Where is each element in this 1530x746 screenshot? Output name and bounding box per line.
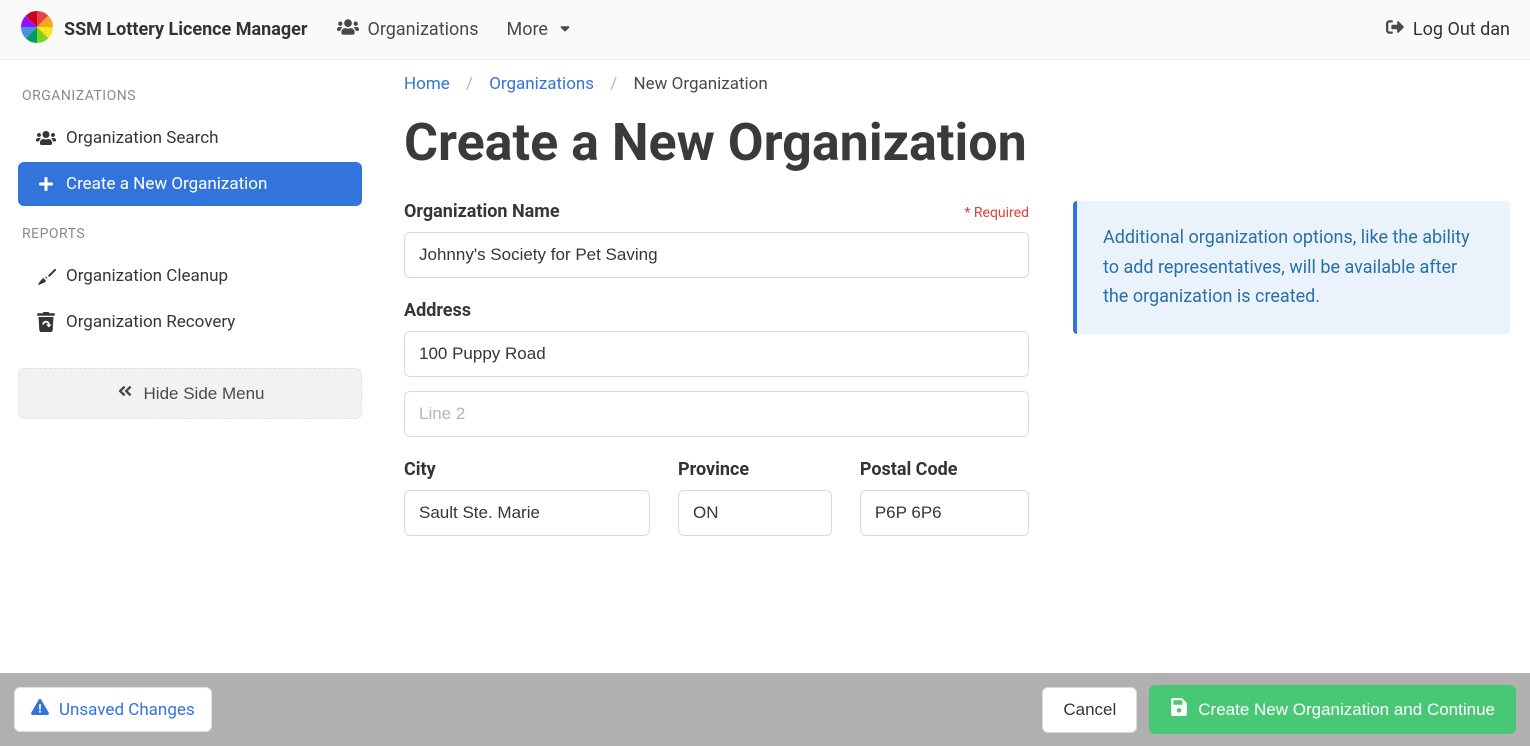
breadcrumb-organizations[interactable]: Organizations bbox=[489, 74, 594, 94]
logout-link[interactable]: Log Out dan bbox=[1385, 18, 1510, 41]
sidebar: ORGANIZATIONS Organization Search Create… bbox=[0, 60, 380, 636]
field-organization-name: Organization Name * Required bbox=[404, 201, 1029, 278]
logout-icon bbox=[1385, 18, 1413, 41]
logout-label: Log Out dan bbox=[1413, 19, 1510, 40]
field-address: Address bbox=[404, 300, 1029, 437]
users-icon bbox=[32, 130, 60, 146]
nav-more[interactable]: More bbox=[506, 19, 579, 40]
address-line1-input[interactable] bbox=[404, 331, 1029, 377]
address-label: Address bbox=[404, 300, 471, 321]
postal-code-input[interactable] bbox=[860, 490, 1029, 536]
address-line2-input[interactable] bbox=[404, 391, 1029, 437]
plus-icon bbox=[32, 176, 60, 192]
breadcrumb-separator: / bbox=[610, 74, 617, 94]
hide-side-menu-label: Hide Side Menu bbox=[144, 384, 265, 404]
nav-more-label: More bbox=[506, 19, 547, 40]
top-navbar: SSM Lottery Licence Manager Organization… bbox=[0, 0, 1530, 60]
sidebar-item-organization-cleanup[interactable]: Organization Cleanup bbox=[18, 254, 362, 298]
chevron-down-icon bbox=[558, 19, 580, 40]
warning-icon bbox=[31, 698, 59, 721]
sidebar-heading-reports: REPORTS bbox=[22, 226, 362, 242]
brand-title: SSM Lottery Licence Manager bbox=[64, 19, 307, 40]
organization-name-input[interactable] bbox=[404, 232, 1029, 278]
cancel-button-label: Cancel bbox=[1063, 700, 1116, 720]
trash-restore-icon bbox=[32, 312, 60, 332]
sidebar-item-organization-search[interactable]: Organization Search bbox=[18, 116, 362, 160]
info-message-text: Additional organization options, like th… bbox=[1103, 227, 1470, 307]
sidebar-heading-organizations: ORGANIZATIONS bbox=[22, 88, 362, 104]
broom-icon bbox=[32, 267, 60, 285]
breadcrumb-home[interactable]: Home bbox=[404, 74, 450, 94]
required-indicator: * Required bbox=[964, 205, 1029, 221]
bottom-action-bar: Unsaved Changes Cancel Create New Organi… bbox=[0, 673, 1530, 746]
unsaved-changes-label: Unsaved Changes bbox=[59, 700, 195, 720]
sidebar-item-label: Organization Cleanup bbox=[66, 266, 228, 286]
sidebar-item-organization-recovery[interactable]: Organization Recovery bbox=[18, 300, 362, 344]
main-content: Home / Organizations / New Organization … bbox=[380, 60, 1530, 636]
sidebar-item-label: Organization Recovery bbox=[66, 312, 235, 332]
angle-double-left-icon bbox=[116, 383, 144, 404]
city-input[interactable] bbox=[404, 490, 650, 536]
unsaved-changes-tag: Unsaved Changes bbox=[14, 687, 212, 732]
create-organization-continue-button[interactable]: Create New Organization and Continue bbox=[1149, 685, 1516, 734]
province-input[interactable] bbox=[678, 490, 832, 536]
postal-code-label: Postal Code bbox=[860, 459, 1029, 480]
info-message: Additional organization options, like th… bbox=[1073, 201, 1510, 334]
users-icon bbox=[337, 18, 367, 41]
brand[interactable]: SSM Lottery Licence Manager bbox=[20, 10, 307, 49]
form-column: Organization Name * Required Address Cit… bbox=[404, 201, 1029, 536]
save-icon bbox=[1170, 698, 1198, 721]
province-label: Province bbox=[678, 459, 832, 480]
hide-side-menu-button[interactable]: Hide Side Menu bbox=[18, 368, 362, 419]
page-title: Create a New Organization bbox=[404, 112, 1510, 173]
organization-name-label: Organization Name bbox=[404, 201, 560, 222]
nav-organizations-label: Organizations bbox=[367, 19, 478, 40]
breadcrumb: Home / Organizations / New Organization bbox=[404, 74, 1510, 94]
cancel-button[interactable]: Cancel bbox=[1042, 687, 1137, 733]
brand-logo-icon bbox=[20, 10, 64, 49]
sidebar-item-create-new-organization[interactable]: Create a New Organization bbox=[18, 162, 362, 206]
nav-organizations[interactable]: Organizations bbox=[337, 18, 478, 41]
breadcrumb-separator: / bbox=[466, 74, 473, 94]
city-province-postal-row: City Province Postal Code bbox=[404, 459, 1029, 536]
create-organization-continue-label: Create New Organization and Continue bbox=[1198, 700, 1495, 720]
breadcrumb-current: New Organization bbox=[634, 74, 768, 94]
sidebar-item-label: Create a New Organization bbox=[66, 174, 267, 194]
sidebar-item-label: Organization Search bbox=[66, 128, 219, 148]
city-label: City bbox=[404, 459, 650, 480]
